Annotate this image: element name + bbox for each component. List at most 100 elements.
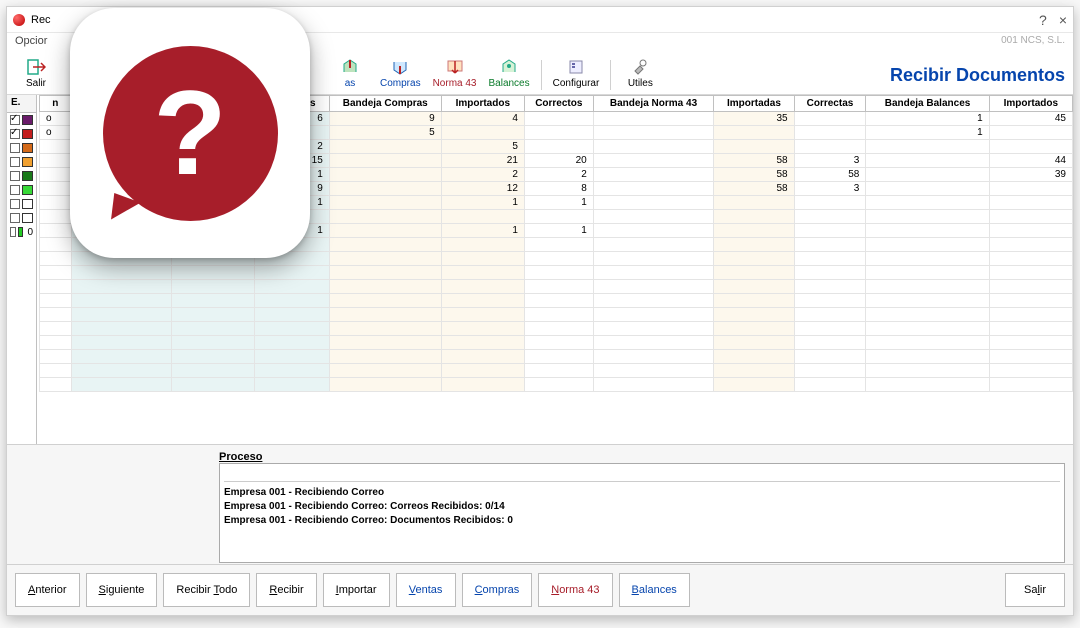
- table-cell: [329, 210, 441, 224]
- column-header[interactable]: Importadas: [714, 96, 794, 112]
- recibir-todo-button[interactable]: Recibir Todo: [163, 573, 250, 607]
- legend-checkbox[interactable]: [10, 199, 20, 209]
- column-header[interactable]: Importados: [989, 96, 1072, 112]
- table-cell: [593, 182, 714, 196]
- legend-panel: E. 0: [7, 95, 37, 444]
- importar-button[interactable]: Importar: [323, 573, 390, 607]
- table-cell: [329, 224, 441, 238]
- table-cell: [989, 196, 1072, 210]
- page-title: Recibir Documentos: [890, 65, 1065, 90]
- table-cell: [866, 196, 989, 210]
- legend-checkbox[interactable]: [10, 213, 20, 223]
- column-header[interactable]: Correctas: [794, 96, 866, 112]
- table-cell: [714, 210, 794, 224]
- legend-header: E.: [7, 95, 36, 113]
- table-cell: 5: [329, 126, 441, 140]
- toolbar-ventas[interactable]: as: [329, 56, 371, 90]
- table-row[interactable]: [40, 378, 1073, 392]
- siguiente-button[interactable]: Siguiente: [86, 573, 158, 607]
- table-cell: [714, 126, 794, 140]
- table-row[interactable]: [40, 336, 1073, 350]
- table-cell: [40, 154, 72, 168]
- legend-checkbox[interactable]: [10, 115, 20, 125]
- table-cell: [593, 224, 714, 238]
- column-header[interactable]: Correctos: [524, 96, 593, 112]
- table-cell: o: [40, 112, 72, 126]
- proceso-panel: Proceso Empresa 001 - Recibiendo CorreoE…: [7, 444, 1073, 564]
- legend-checkbox[interactable]: [10, 227, 16, 237]
- ventas-button[interactable]: Ventas: [396, 573, 456, 607]
- legend-item[interactable]: [7, 113, 36, 127]
- balances-icon: [498, 57, 520, 77]
- table-row[interactable]: [40, 308, 1073, 322]
- table-row[interactable]: [40, 350, 1073, 364]
- toolbar-compras[interactable]: Compras: [377, 56, 424, 90]
- table-cell: [329, 140, 441, 154]
- table-row[interactable]: [40, 294, 1073, 308]
- table-cell: [866, 210, 989, 224]
- toolbar-balances[interactable]: Balances: [485, 56, 532, 90]
- table-cell: 9: [329, 112, 441, 126]
- close-icon[interactable]: ×: [1059, 12, 1067, 28]
- ventas-icon: [339, 57, 361, 77]
- recibir-button[interactable]: Recibir: [256, 573, 316, 607]
- table-cell: 12: [441, 182, 524, 196]
- tools-icon: [629, 57, 651, 77]
- legend-checkbox[interactable]: [10, 185, 20, 195]
- table-cell: 45: [989, 112, 1072, 126]
- table-cell: 1: [441, 224, 524, 238]
- table-cell: 20: [524, 154, 593, 168]
- legend-item[interactable]: [7, 141, 36, 155]
- table-cell: [329, 154, 441, 168]
- column-header[interactable]: Importados: [441, 96, 524, 112]
- norma43-button[interactable]: Norma 43: [538, 573, 612, 607]
- legend-checkbox[interactable]: [10, 157, 20, 167]
- toolbar-salir[interactable]: Salir: [15, 56, 57, 90]
- legend-item[interactable]: [7, 183, 36, 197]
- table-cell: 5: [441, 140, 524, 154]
- table-cell: o: [40, 126, 72, 140]
- column-header[interactable]: n: [40, 96, 72, 112]
- table-row[interactable]: [40, 266, 1073, 280]
- salir-button[interactable]: Salir: [1005, 573, 1065, 607]
- table-row[interactable]: [40, 280, 1073, 294]
- legend-item[interactable]: [7, 197, 36, 211]
- question-bubble-icon: ?: [103, 46, 278, 221]
- proceso-log[interactable]: Empresa 001 - Recibiendo CorreoEmpresa 0…: [219, 463, 1065, 563]
- legend-item[interactable]: [7, 127, 36, 141]
- table-cell: [989, 224, 1072, 238]
- table-row[interactable]: [40, 364, 1073, 378]
- table-cell: [794, 210, 866, 224]
- table-cell: [794, 112, 866, 126]
- legend-checkbox[interactable]: [10, 129, 20, 139]
- menu-opciones[interactable]: Opcior: [15, 35, 47, 51]
- table-cell: [794, 196, 866, 210]
- table-cell: [593, 196, 714, 210]
- legend-checkbox[interactable]: [10, 143, 20, 153]
- compras-button[interactable]: Compras: [462, 573, 533, 607]
- legend-item[interactable]: [7, 169, 36, 183]
- legend-item[interactable]: [7, 211, 36, 225]
- table-cell: 58: [714, 182, 794, 196]
- column-header[interactable]: Bandeja Balances: [866, 96, 989, 112]
- table-cell: [989, 210, 1072, 224]
- toolbar-norma43[interactable]: Norma 43: [430, 56, 480, 90]
- proceso-line: Empresa 001 - Recibiendo Correo: Documen…: [224, 514, 1060, 528]
- legend-item[interactable]: [7, 155, 36, 169]
- table-cell: [524, 140, 593, 154]
- toolbar-utiles[interactable]: Utiles: [619, 56, 661, 90]
- column-header[interactable]: Bandeja Norma 43: [593, 96, 714, 112]
- legend-item[interactable]: 0: [7, 225, 36, 239]
- table-cell: 58: [794, 168, 866, 182]
- anterior-button[interactable]: Anterior: [15, 573, 80, 607]
- table-cell: [593, 140, 714, 154]
- help-icon[interactable]: ?: [1039, 12, 1047, 28]
- toolbar-configurar[interactable]: Configurar: [550, 56, 603, 90]
- table-row[interactable]: [40, 322, 1073, 336]
- column-header[interactable]: Bandeja Compras: [329, 96, 441, 112]
- legend-checkbox[interactable]: [10, 171, 20, 181]
- table-cell: [866, 224, 989, 238]
- table-cell: [40, 196, 72, 210]
- balances-button[interactable]: Balances: [619, 573, 690, 607]
- table-cell: [794, 224, 866, 238]
